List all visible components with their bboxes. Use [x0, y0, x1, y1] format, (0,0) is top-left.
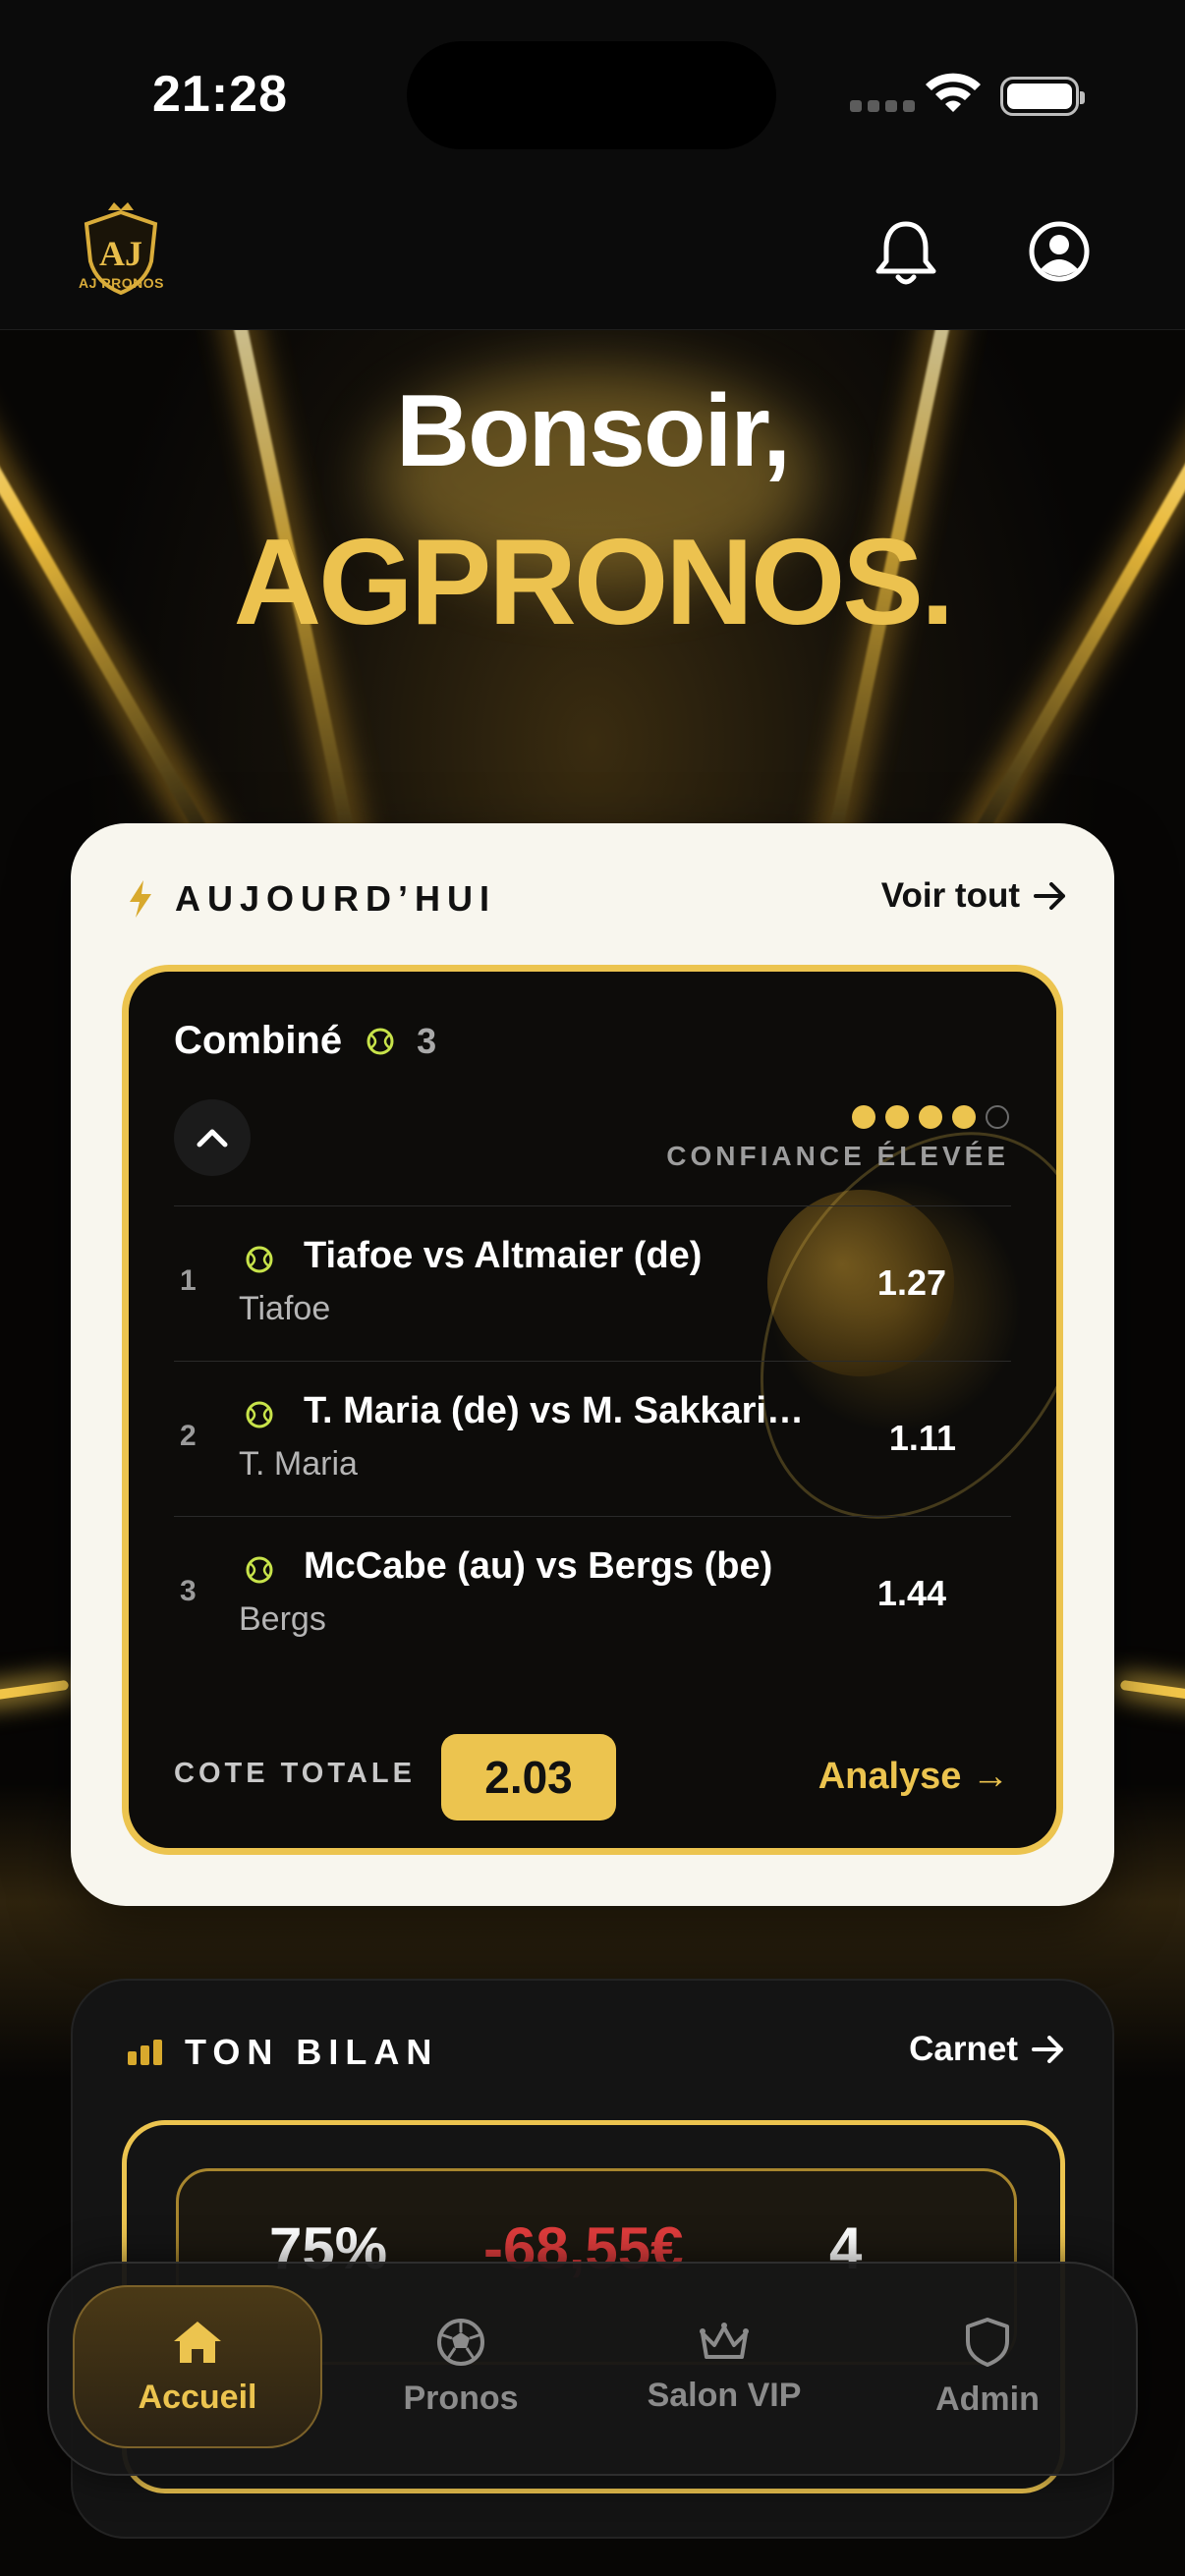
- leg-pick: T. Maria: [239, 1445, 358, 1483]
- bilan-section-title: TON BILAN: [128, 2032, 438, 2073]
- battery-icon: [1000, 77, 1085, 116]
- total-odd-label: COTE TOTALE: [174, 1758, 416, 1789]
- today-card: AUJOURD’HUI Voir tout Combiné 3 CONFIANC…: [71, 823, 1114, 1906]
- tab-pronos[interactable]: Pronos: [336, 2285, 586, 2448]
- tab-accueil[interactable]: Accueil: [73, 2285, 322, 2448]
- user-circle-icon[interactable]: [1028, 220, 1091, 283]
- arrow-right-icon: [1032, 2036, 1063, 2063]
- tab-label: Accueil: [138, 2378, 257, 2416]
- tab-salon-vip[interactable]: Salon VIP: [599, 2285, 849, 2448]
- dynamic-island: [407, 41, 776, 149]
- combo-title: Combiné: [174, 1019, 343, 1062]
- leg-number: 2: [180, 1420, 197, 1452]
- bell-icon[interactable]: [875, 218, 937, 287]
- status-time: 21:28: [152, 66, 288, 123]
- leg-number: 1: [180, 1264, 197, 1297]
- app-header: AJ AJ PRONOS: [0, 177, 1185, 330]
- tennis-ball-icon: [367, 1028, 394, 1054]
- wifi-icon: [926, 73, 981, 112]
- tennis-ball-icon: [246, 1556, 273, 1584]
- leg-match: T. Maria (de) vs M. Sakkari…: [304, 1390, 804, 1431]
- combo-header: Combiné 3: [174, 1019, 436, 1063]
- tab-admin[interactable]: Admin: [863, 2285, 1112, 2448]
- leg-match: Tiafoe vs Altmaier (de): [304, 1235, 703, 1276]
- leg-pick: Tiafoe: [239, 1290, 331, 1327]
- tab-label: Salon VIP: [647, 2376, 802, 2414]
- see-all-link[interactable]: Voir tout: [881, 876, 1067, 916]
- combo-leg[interactable]: 3 McCabe (au) vs Bergs (be) Bergs 1.44: [174, 1518, 1025, 1673]
- greeting-line: Bonsoir,: [395, 374, 791, 488]
- cellular-signal-icon: [850, 100, 915, 112]
- shield-icon: [966, 2317, 1009, 2367]
- chevron-up-icon: [197, 1129, 228, 1148]
- carnet-label: Carnet: [909, 2030, 1018, 2068]
- analyse-link[interactable]: Analyse →: [818, 1756, 1009, 1798]
- total-odd-badge: 2.03: [441, 1734, 616, 1820]
- svg-text:AJ: AJ: [99, 234, 142, 273]
- logo-text: AJ PRONOS: [79, 275, 164, 291]
- tab-label: Pronos: [403, 2379, 519, 2417]
- tab-label: Admin: [935, 2380, 1040, 2418]
- leg-odd: 1.27: [876, 1262, 946, 1303]
- status-bar: 21:28: [0, 0, 1185, 196]
- leg-number: 3: [180, 1575, 197, 1607]
- leg-pick: Bergs: [239, 1600, 326, 1638]
- arrow-right-icon: [1034, 882, 1065, 910]
- greeting-username: AGPRONOS.: [233, 515, 955, 650]
- soccer-ball-icon: [437, 2318, 484, 2366]
- confidence-label: CONFIANCE ÉLEVÉE: [666, 1141, 1009, 1171]
- tab-bar: Accueil Pronos Salon VIP Admin: [47, 2262, 1138, 2476]
- carnet-link[interactable]: Carnet: [909, 2030, 1065, 2069]
- tennis-ball-icon: [246, 1246, 273, 1273]
- collapse-button[interactable]: [174, 1099, 251, 1176]
- today-section-title: AUJOURD’HUI: [128, 878, 496, 920]
- combo-count: 3: [417, 1020, 437, 1061]
- home-icon: [174, 2321, 221, 2363]
- crown-icon: [700, 2322, 749, 2359]
- leg-odd: 1.11: [888, 1418, 956, 1458]
- confidence-dots: [852, 1105, 1009, 1129]
- leg-match: McCabe (au) vs Bergs (be): [304, 1545, 773, 1587]
- combo-card[interactable]: Combiné 3 CONFIANCE ÉLEVÉE 1 Tiafoe vs A…: [122, 965, 1063, 1855]
- combo-leg[interactable]: 1 Tiafoe vs Altmaier (de) Tiafoe 1.27: [174, 1207, 1025, 1363]
- today-title: AUJOURD’HUI: [175, 878, 497, 919]
- bilan-title: TON BILAN: [185, 2032, 439, 2072]
- tennis-ball-icon: [246, 1401, 273, 1428]
- bar-chart-icon: [128, 2040, 162, 2065]
- combo-leg[interactable]: 2 T. Maria (de) vs M. Sakkari… T. Maria …: [174, 1363, 1025, 1518]
- see-all-label: Voir tout: [880, 876, 1020, 915]
- lightning-icon: [130, 880, 151, 918]
- leg-odd: 1.44: [876, 1573, 946, 1613]
